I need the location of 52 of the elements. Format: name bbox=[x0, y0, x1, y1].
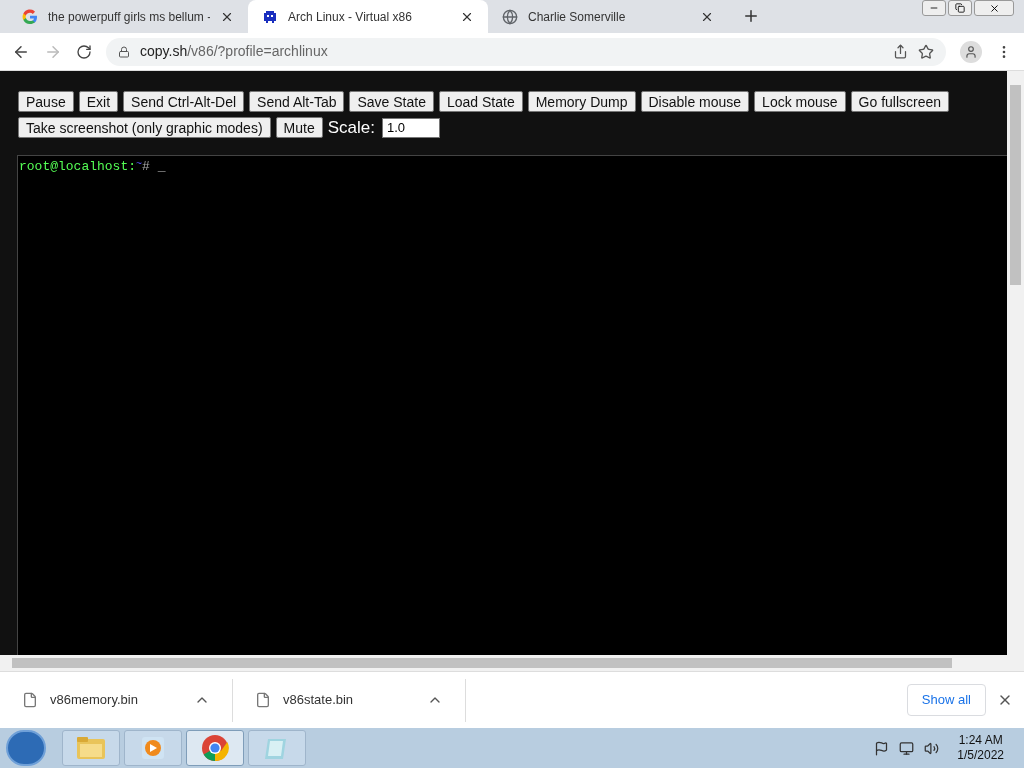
clock-date: 1/5/2022 bbox=[957, 748, 1004, 763]
tab-title: Charlie Somerville bbox=[528, 8, 627, 26]
download-item[interactable]: v86state.bin bbox=[283, 690, 415, 710]
restore-icon bbox=[955, 3, 965, 13]
restore-button[interactable] bbox=[948, 0, 972, 16]
toolbar-button[interactable]: Lock mouse bbox=[754, 91, 846, 112]
folder-icon bbox=[76, 735, 106, 761]
terminal-screen[interactable]: root@localhost:~# _ bbox=[17, 154, 1007, 655]
toolbar-button[interactable]: Send Alt-Tab bbox=[249, 91, 345, 112]
download-item[interactable]: v86memory.bin bbox=[50, 690, 182, 710]
media-player-icon bbox=[140, 735, 166, 761]
vertical-scrollbar[interactable] bbox=[1007, 71, 1024, 671]
file-icon bbox=[255, 692, 271, 708]
start-button[interactable] bbox=[6, 730, 46, 766]
horizontal-scrollbar[interactable] bbox=[0, 655, 1007, 671]
globe-icon bbox=[502, 8, 518, 25]
browser-tab[interactable]: Arch Linux - Virtual x86 bbox=[248, 0, 488, 33]
toolbar-button[interactable]: Load State bbox=[438, 91, 523, 112]
toolbar-button[interactable]: Send Ctrl-Alt-Del bbox=[123, 91, 245, 112]
toolbar-button[interactable]: Disable mouse bbox=[640, 91, 750, 112]
pixel-creature-icon bbox=[262, 8, 278, 25]
toolbar-button[interactable]: Memory Dump bbox=[527, 91, 636, 112]
terminal-line: root@localhost:~# _ bbox=[19, 157, 167, 176]
toolbar-button[interactable]: Take screenshot (only graphic modes) bbox=[18, 117, 271, 139]
lock-icon bbox=[118, 45, 130, 58]
volume-icon[interactable] bbox=[924, 740, 940, 756]
scale-label: Scale: bbox=[327, 117, 375, 139]
google-icon bbox=[22, 8, 38, 25]
clock-time: 1:24 AM bbox=[958, 733, 1003, 748]
tab-title: Arch Linux - Virtual x86 bbox=[288, 8, 413, 26]
scale-field[interactable]: 1.0 bbox=[381, 117, 440, 138]
url-text: copy.sh/v86/?profile=archlinux bbox=[140, 42, 329, 61]
toolbar-button[interactable]: Exit bbox=[78, 91, 119, 112]
close-icon bbox=[988, 2, 1000, 14]
toolbar-button[interactable]: Mute bbox=[275, 117, 323, 139]
tab-title: the powerpuff girls ms bellum - bbox=[48, 8, 210, 26]
flag-icon[interactable] bbox=[874, 740, 890, 756]
profile-avatar[interactable] bbox=[960, 40, 982, 63]
show-all-button[interactable]: Show all bbox=[906, 684, 986, 716]
toolbar-button[interactable]: Pause bbox=[18, 91, 74, 112]
toolbar-button[interactable]: Save State bbox=[349, 91, 434, 112]
bookmark-star-icon[interactable] bbox=[918, 43, 934, 60]
share-icon[interactable] bbox=[893, 44, 908, 59]
address-bar[interactable]: copy.sh/v86/?profile=archlinux bbox=[106, 37, 946, 66]
chrome-icon bbox=[201, 734, 229, 762]
new-tab-icon[interactable] bbox=[742, 7, 760, 25]
file-icon bbox=[22, 692, 38, 708]
taskbar-app[interactable] bbox=[186, 730, 244, 766]
toolbar-button[interactable]: Go fullscreen bbox=[850, 91, 950, 112]
network-icon[interactable] bbox=[899, 740, 915, 756]
reload-icon[interactable] bbox=[76, 43, 92, 60]
person-icon bbox=[964, 44, 978, 59]
